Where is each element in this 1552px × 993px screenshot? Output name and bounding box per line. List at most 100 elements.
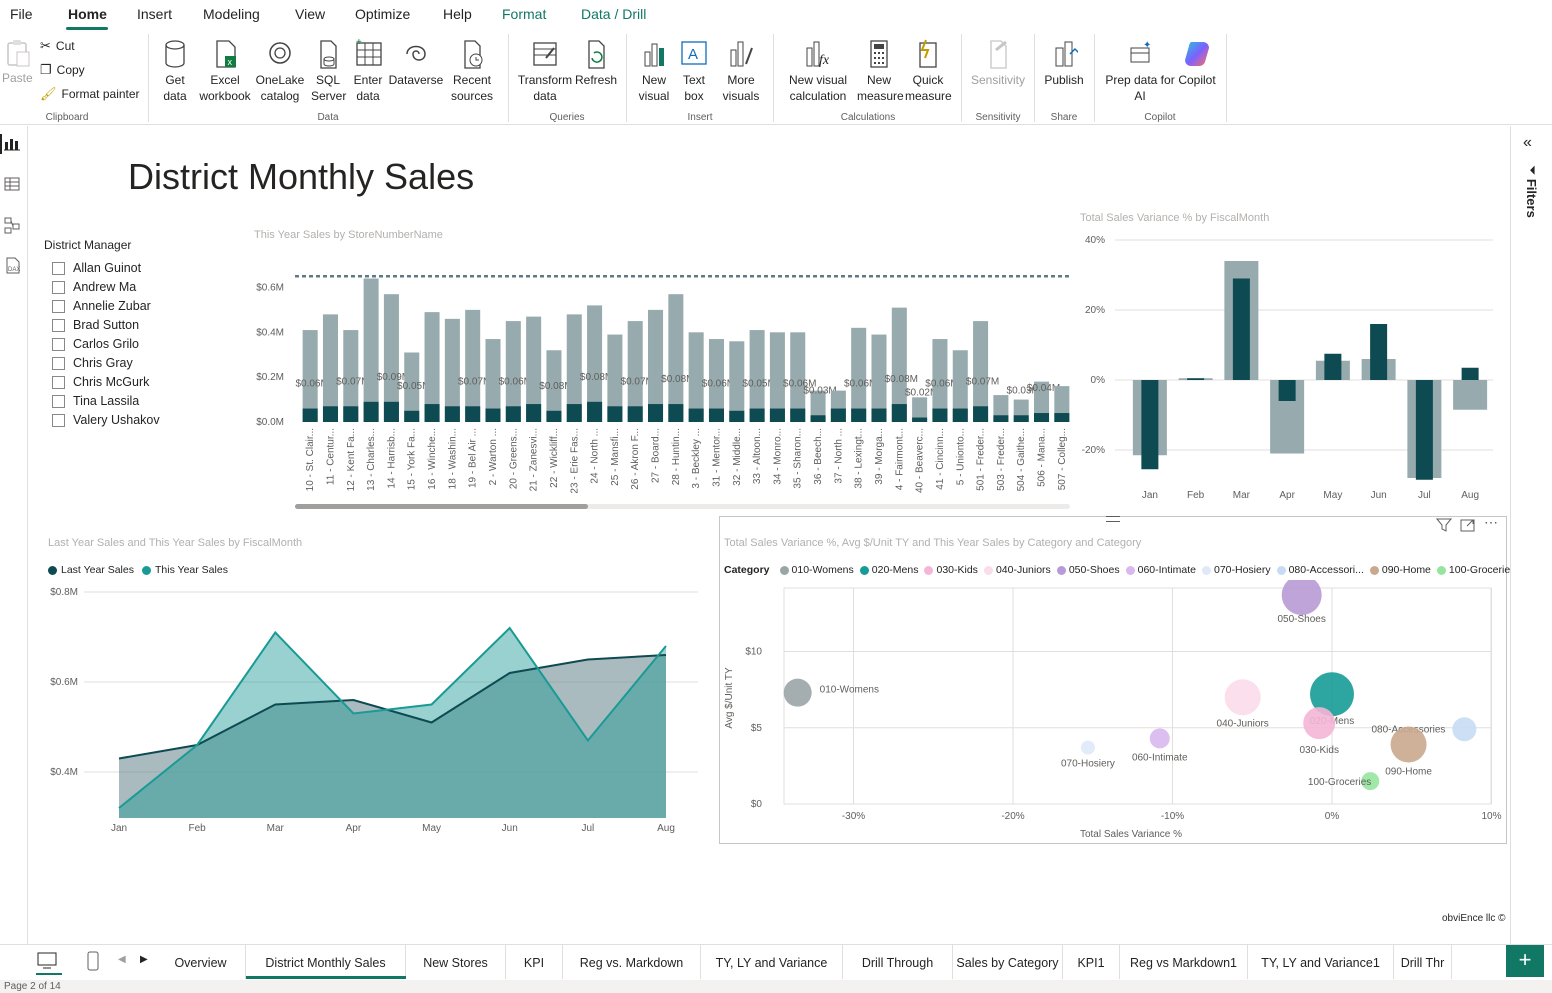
prep-data-for-ai-button[interactable]: ✦ Prep data for AI [1102,38,1178,104]
last-year-bar[interactable] [383,401,399,422]
last-year-bar[interactable] [566,404,582,422]
last-year-bar[interactable] [485,408,501,422]
copy-button[interactable]: ❐ Copy [40,62,85,78]
new-visual-calculation-button[interactable]: fx New visual calculation [786,38,850,104]
scatter-point[interactable] [1390,726,1427,763]
slicer-checkbox[interactable] [52,394,65,408]
slicer-checkbox[interactable] [52,318,65,332]
category-scatter-chart[interactable]: -30% -20% -10% 0% 10% $0 $5 $10 Total Sales Vari… [720,580,1506,842]
refresh-button[interactable]: Refresh [574,38,618,88]
legend-item[interactable]: 080-Accessori... [1289,564,1364,576]
scatter-point[interactable] [1452,717,1477,742]
legend-item[interactable]: 040-Juniors [996,564,1051,576]
last-year-bar[interactable] [587,401,603,422]
page-tab[interactable]: New Stores [406,945,506,979]
legend-item[interactable]: 090-Home [1382,564,1431,576]
slicer-checkbox[interactable] [52,261,65,275]
store-sales-bar-chart[interactable]: $0.0M$0.2M$0.4M$0.6M$0.06M10 - St. Clair… [250,260,1080,514]
last-year-bar[interactable] [749,408,765,422]
slicer-checkbox[interactable] [52,299,65,313]
desktop-layout-icon[interactable] [36,951,64,971]
last-year-bar[interactable] [363,401,379,422]
variance-bar-narrow[interactable] [1324,353,1342,380]
last-year-bar[interactable] [790,408,806,422]
menu-help[interactable]: Help [443,6,472,22]
last-year-bar[interactable] [830,408,846,422]
last-year-bar[interactable] [607,406,623,422]
filters-tab[interactable]: ⏷ Filters [1523,166,1543,246]
menu-view[interactable]: View [295,6,325,22]
variance-bar-narrow[interactable] [1461,367,1479,380]
slicer-item[interactable]: Carlos Grilo [52,337,139,351]
last-year-bar[interactable] [912,417,928,422]
collapse-chevron-icon[interactable]: « [1523,134,1532,152]
this-year-bar[interactable] [851,327,867,422]
variance-bar-narrow[interactable] [1415,380,1433,480]
dax-query-view-icon[interactable]: DAX [3,256,23,274]
last-year-bar[interactable] [465,406,481,422]
slicer-item[interactable]: Allan Guinot [52,261,141,275]
this-year-bar[interactable] [322,314,338,422]
slicer-item[interactable]: Annelie Zubar [52,299,151,313]
scatter-point[interactable] [783,678,812,707]
variance-bar-chart[interactable]: 40% 20% 0% -20% Jan Feb Mar Apr May Jun Jul Aug [1075,228,1505,508]
recent-sources-button[interactable]: Recent sources [444,38,500,104]
this-year-bar[interactable] [749,330,765,422]
slicer-item[interactable]: Chris McGurk [52,375,149,389]
scatter-point[interactable] [1080,740,1095,755]
menu-file[interactable]: File [10,6,33,22]
slicer-checkbox[interactable] [52,337,65,351]
last-year-bar[interactable] [526,404,542,422]
page-tab[interactable]: Reg vs. Markdown [563,945,701,979]
table-view-icon[interactable] [3,176,23,192]
legend-item[interactable]: 060-Intimate [1138,564,1196,576]
last-year-bar[interactable] [708,408,724,422]
page-tab[interactable]: KPI1 [1063,945,1120,979]
variance-bar-narrow[interactable] [1232,278,1250,381]
last-year-bar[interactable] [952,408,968,422]
get-data-button[interactable]: Get data [156,38,194,104]
last-year-bar[interactable] [1034,413,1050,422]
copilot-button[interactable]: Copilot [1174,38,1220,88]
filters-pane[interactable]: « ⏷ Filters [1510,126,1552,944]
last-year-bar[interactable] [729,410,745,422]
legend-item[interactable]: 070-Hosiery [1214,564,1271,576]
page-tab[interactable]: District Monthly Sales [246,945,406,979]
paste-button[interactable]: Paste [2,38,33,86]
variance-bar-narrow[interactable] [1141,380,1159,470]
page-tab[interactable]: TY, LY and Variance1 [1248,945,1394,979]
page-tab[interactable]: Overview [156,945,246,979]
last-year-bar[interactable] [851,408,867,422]
this-year-bar[interactable] [465,309,481,422]
add-page-button[interactable]: + [1506,945,1544,977]
variance-bar-narrow[interactable] [1278,380,1296,401]
menu-data-drill[interactable]: Data / Drill [581,6,646,22]
last-year-bar[interactable] [810,415,826,422]
slicer-checkbox[interactable] [52,375,65,389]
last-year-bar[interactable] [444,406,460,422]
scatter-point[interactable] [1303,707,1336,740]
last-year-bar[interactable] [322,406,338,422]
page-tab[interactable]: Reg vs Markdown1 [1120,945,1248,979]
page-tab[interactable]: Sales by Category [953,945,1063,979]
drag-handle[interactable] [1106,516,1120,522]
last-year-bar[interactable] [546,410,562,422]
sensitivity-button[interactable]: Sensitivity [968,38,1028,88]
scatter-point[interactable] [1149,728,1170,749]
mobile-layout-icon[interactable] [86,951,102,973]
this-year-bar[interactable] [668,294,684,422]
last-year-bar[interactable] [668,404,684,422]
last-year-bar[interactable] [932,408,948,422]
slicer-item[interactable]: Tina Lassila [52,394,139,408]
legend-item[interactable]: 100-Groceries [1449,564,1516,576]
last-year-bar[interactable] [505,406,521,422]
slicer-item[interactable]: Chris Gray [52,356,133,370]
filter-icon[interactable] [1436,518,1452,532]
last-year-bar[interactable] [648,404,664,422]
slicer-checkbox[interactable] [52,356,65,370]
menu-optimize[interactable]: Optimize [355,6,410,22]
legend-item[interactable]: 030-Kids [936,564,977,576]
sql-server-button[interactable]: SQL Server [310,38,346,104]
new-measure-button[interactable]: New measure [856,38,904,104]
last-year-bar[interactable] [343,406,359,422]
